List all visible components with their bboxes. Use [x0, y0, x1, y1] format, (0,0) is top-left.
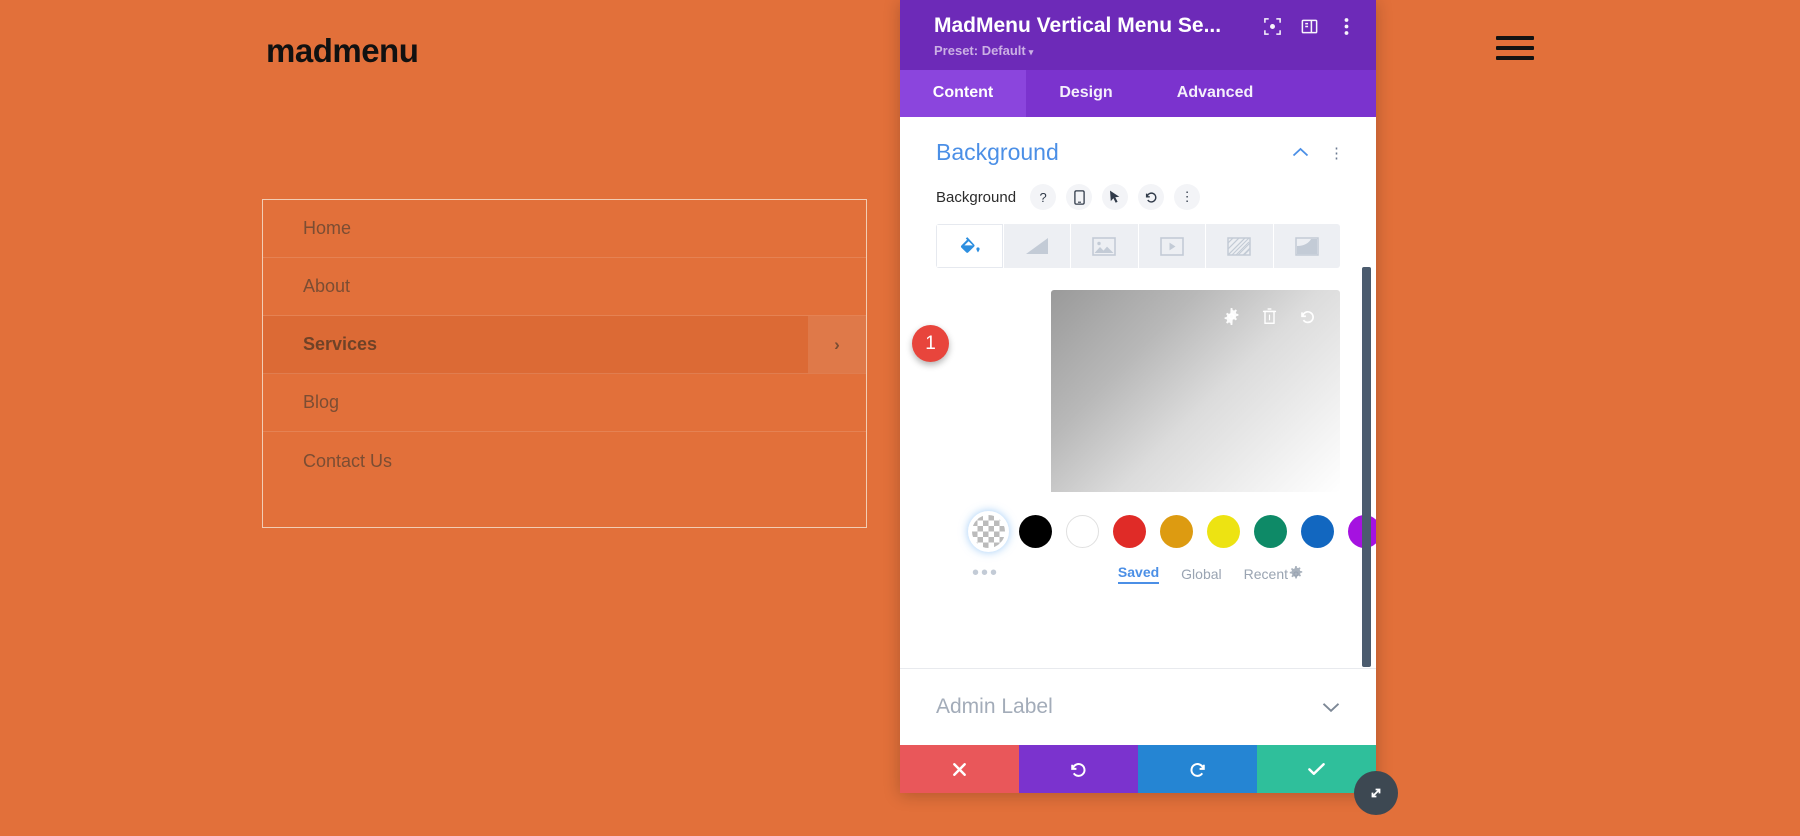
background-type-video-icon[interactable] [1138, 224, 1206, 268]
color-source-tab-recent[interactable]: Recent [1244, 566, 1288, 582]
background-type-mask-icon[interactable] [1273, 224, 1340, 268]
color-swatch-red[interactable] [1113, 515, 1146, 548]
step-marker-badge: 1 [912, 325, 949, 362]
gradient-settings-icon[interactable] [1223, 308, 1240, 325]
menu-item-label: Contact Us [303, 450, 393, 471]
redo-button[interactable] [1138, 745, 1257, 793]
gradient-delete-icon[interactable] [1262, 308, 1277, 325]
more-colors-icon[interactable]: ••• [972, 562, 999, 585]
menu-item-about[interactable]: About [263, 258, 866, 316]
cancel-button[interactable] [900, 745, 1019, 793]
tab-advanced[interactable]: Advanced [1146, 70, 1284, 117]
menu-item-label: Blog [303, 392, 340, 412]
gradient-preview[interactable] [1051, 290, 1340, 492]
color-swatch-teal[interactable] [1254, 515, 1287, 548]
reset-icon[interactable] [1138, 184, 1165, 210]
menu-item-label: About [303, 276, 351, 296]
section-kebab-icon[interactable]: ⋮ [1329, 144, 1344, 162]
preset-label: Preset: Default [934, 43, 1026, 58]
action-bar [900, 745, 1376, 793]
color-swatch-transparent[interactable] [972, 515, 1005, 548]
submenu-toggle-icon[interactable]: › [808, 316, 866, 373]
modal-title: MadMenu Vertical Menu Se... [934, 14, 1222, 37]
menu-item-contact-us[interactable]: Contact Us [263, 432, 866, 490]
modal-header: MadMenu Vertical Menu Se... Preset: Defa… [900, 0, 1376, 70]
admin-label-section[interactable]: Admin Label [900, 668, 1376, 745]
field-label: Background [936, 188, 1017, 206]
background-section-header: Background ⋮ [900, 117, 1376, 184]
hamburger-line [1496, 36, 1534, 40]
color-source-tab-global[interactable]: Global [1181, 566, 1221, 582]
panel-layout-icon[interactable] [1299, 16, 1319, 36]
preset-selector[interactable]: Preset: Default ▾ [934, 43, 1356, 58]
background-type-image-icon[interactable] [1071, 224, 1139, 268]
vertical-menu-preview: Home About Services › Blog Contact Us [262, 199, 867, 528]
modal-tabs: Content Design Advanced [900, 70, 1376, 117]
resize-handle[interactable] [1354, 771, 1398, 815]
site-logo: madmenu [266, 32, 419, 69]
section-collapse-icon[interactable] [1292, 147, 1309, 158]
field-options-kebab-icon[interactable]: ⋮ [1174, 184, 1201, 210]
hamburger-line [1496, 46, 1534, 50]
hamburger-menu-icon[interactable] [1496, 36, 1534, 60]
background-type-pattern-icon[interactable] [1206, 224, 1274, 268]
menu-item-label: Services [303, 334, 378, 354]
menu-item-home[interactable]: Home [263, 200, 866, 258]
undo-button[interactable] [1019, 745, 1138, 793]
panel-scrollbar[interactable] [1362, 267, 1371, 667]
panel-body: Background ⋮ Background ? ⋮ 1 ••• Saved … [900, 117, 1376, 668]
cursor-icon[interactable] [1102, 184, 1129, 210]
color-swatch-row [936, 492, 1376, 548]
menu-item-blog[interactable]: Blog [263, 374, 866, 432]
menu-item-services[interactable]: Services › [263, 316, 866, 374]
color-picker-area: 1 ••• Saved Global Recent [900, 268, 1376, 585]
background-type-color-icon[interactable] [936, 224, 1004, 268]
chevron-down-icon [1322, 702, 1340, 713]
background-field-label-row: Background ? ⋮ [900, 184, 1376, 210]
background-type-gradient-icon[interactable] [1003, 224, 1071, 268]
color-swatch-black[interactable] [1019, 515, 1052, 548]
menu-item-label: Home [303, 218, 352, 238]
help-icon[interactable]: ? [1030, 184, 1057, 210]
preset-caret-icon: ▾ [1028, 47, 1034, 57]
color-swatch-white[interactable] [1066, 515, 1099, 548]
gradient-reset-icon[interactable] [1299, 308, 1316, 325]
focus-target-icon[interactable] [1262, 16, 1282, 36]
swatch-footer-row: ••• Saved Global Recent [936, 548, 1340, 585]
module-settings-modal: MadMenu Vertical Menu Se... Preset: Defa… [900, 0, 1398, 815]
color-swatch-blue[interactable] [1301, 515, 1334, 548]
background-type-tabs [936, 224, 1340, 268]
color-swatch-amber[interactable] [1160, 515, 1193, 548]
tab-design[interactable]: Design [1026, 70, 1146, 117]
modal-options-kebab-icon[interactable] [1336, 16, 1356, 36]
color-swatch-yellow[interactable] [1207, 515, 1240, 548]
color-settings-gear-icon[interactable] [1288, 565, 1304, 582]
tab-content[interactable]: Content [900, 70, 1026, 117]
color-source-tab-saved[interactable]: Saved [1117, 564, 1160, 584]
admin-label-title: Admin Label [936, 695, 1053, 718]
hamburger-line [1496, 56, 1534, 60]
mobile-icon[interactable] [1066, 184, 1093, 210]
section-title: Background [936, 139, 1059, 165]
